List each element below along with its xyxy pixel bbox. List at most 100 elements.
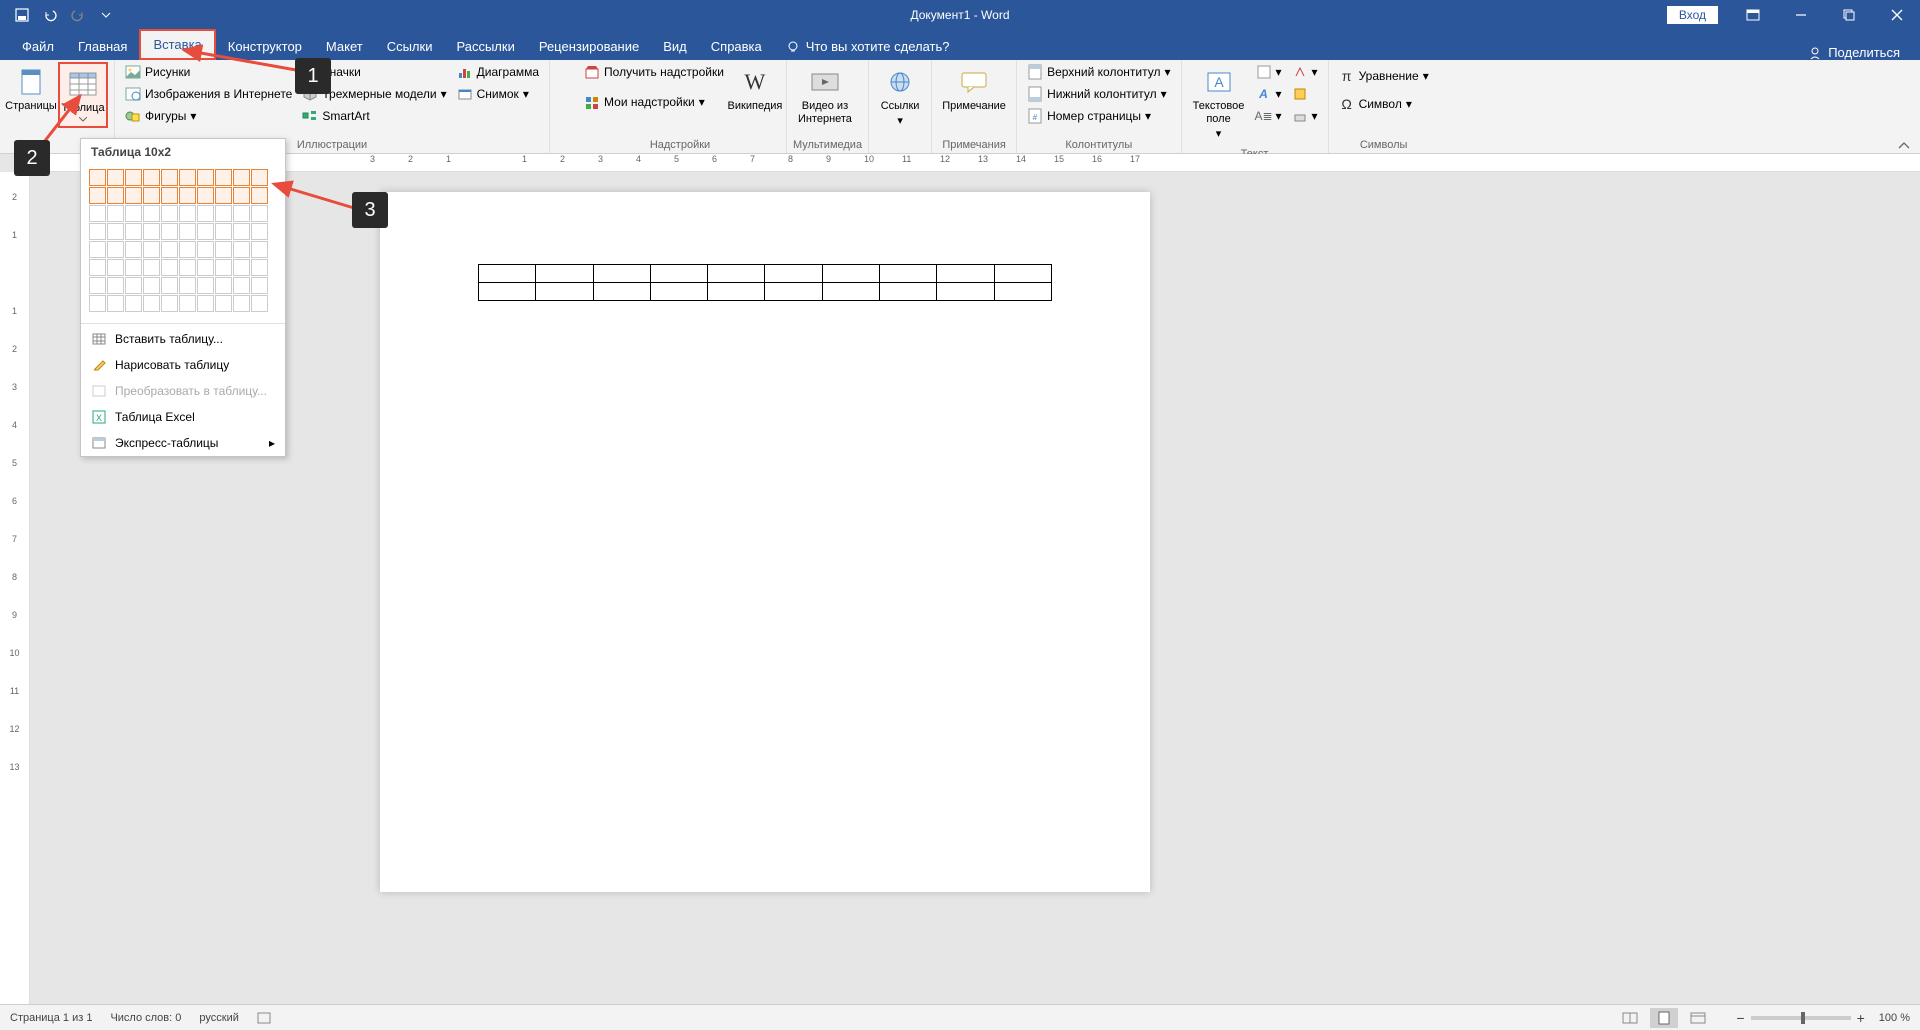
tab-view[interactable]: Вид xyxy=(651,33,699,60)
header-button[interactable]: Верхний колонтитул▾ xyxy=(1023,62,1174,82)
zoom-slider[interactable] xyxy=(1751,1016,1851,1020)
text-btn-4[interactable]: ▾ xyxy=(1288,62,1322,82)
excel-table-item[interactable]: XТаблица Excel xyxy=(81,404,285,430)
svg-text:#: # xyxy=(1033,113,1038,122)
tell-me-search[interactable]: Что вы хотите сделать? xyxy=(774,33,962,60)
page-number-button[interactable]: #Номер страницы▾ xyxy=(1023,106,1174,126)
quick-tables-item[interactable]: Экспресс-таблицы▸ xyxy=(81,430,285,456)
my-addins-button[interactable]: Мои надстройки▾ xyxy=(580,92,728,112)
excel-icon: X xyxy=(91,409,107,425)
ribbon-display-icon[interactable] xyxy=(1730,0,1776,30)
picture-icon xyxy=(125,64,141,80)
language-status[interactable]: русский xyxy=(199,1012,238,1024)
web-layout-button[interactable] xyxy=(1684,1008,1712,1028)
pagenum-icon: # xyxy=(1027,108,1043,124)
dropdown-title: Таблица 10x2 xyxy=(81,139,285,165)
screenshot-icon xyxy=(457,86,473,102)
online-picture-icon xyxy=(125,86,141,102)
convert-icon xyxy=(91,383,107,399)
tab-references[interactable]: Ссылки xyxy=(375,33,445,60)
online-video-button[interactable]: Видео из Интернета xyxy=(793,62,857,130)
table-grid-picker[interactable] xyxy=(81,165,285,321)
wikipedia-button[interactable]: W Википедия xyxy=(730,62,780,117)
page-status[interactable]: Страница 1 из 1 xyxy=(10,1012,92,1024)
tab-mailings[interactable]: Рассылки xyxy=(444,33,526,60)
word-count[interactable]: Число слов: 0 xyxy=(110,1012,181,1024)
draw-table-item[interactable]: Нарисовать таблицу xyxy=(81,352,285,378)
document-area: 2112345678910111213 xyxy=(0,172,1920,1004)
print-layout-button[interactable] xyxy=(1650,1008,1678,1028)
svg-text:X: X xyxy=(96,413,102,423)
symbol-button[interactable]: ΩСимвол▾ xyxy=(1335,94,1433,114)
page-scroll[interactable] xyxy=(30,172,1920,1004)
tab-layout[interactable]: Макет xyxy=(314,33,375,60)
zoom-level[interactable]: 100 % xyxy=(1879,1012,1910,1024)
media-group-label: Мультимедиа xyxy=(793,137,862,153)
footer-button[interactable]: Нижний колонтитул▾ xyxy=(1023,84,1174,104)
tab-home[interactable]: Главная xyxy=(66,33,139,60)
textbox-icon: A xyxy=(1203,66,1235,98)
annotation-3: 3 xyxy=(352,192,388,228)
qat-customize[interactable] xyxy=(94,3,118,27)
table-dropdown: Таблица 10x2 Вставить таблицу... Нарисов… xyxy=(80,138,286,457)
login-button[interactable]: Вход xyxy=(1667,6,1718,24)
document-page[interactable] xyxy=(380,192,1150,892)
headerfooter-group-label: Колонтитулы xyxy=(1023,137,1174,153)
chevron-down-icon: ▾ xyxy=(190,109,196,123)
screenshot-button[interactable]: Снимок▾ xyxy=(453,84,543,104)
chart-button[interactable]: Диаграмма xyxy=(453,62,543,82)
comment-button[interactable]: Примечание xyxy=(938,62,1010,117)
svg-text:A: A xyxy=(1214,74,1224,90)
convert-text-item: Преобразовать в таблицу... xyxy=(81,378,285,404)
link-icon xyxy=(884,66,916,98)
horizontal-ruler[interactable]: 3211234567891011121314151617 xyxy=(30,154,1920,172)
chevron-right-icon: ▸ xyxy=(269,436,275,450)
vertical-ruler[interactable]: 2112345678910111213 xyxy=(0,172,30,1004)
tab-review[interactable]: Рецензирование xyxy=(527,33,651,60)
pi-icon: π xyxy=(1339,68,1355,84)
lightbulb-icon xyxy=(786,40,800,54)
share-button[interactable]: Поделиться xyxy=(1808,45,1920,60)
text-btn-6[interactable]: ▾ xyxy=(1288,106,1322,126)
redo-button[interactable] xyxy=(66,3,90,27)
tab-file[interactable]: Файл xyxy=(10,33,66,60)
close-button[interactable] xyxy=(1874,0,1920,30)
zoom-in-button[interactable]: + xyxy=(1857,1010,1865,1026)
titlebar: Документ1 - Word Вход xyxy=(0,0,1920,30)
document-title: Документ1 - Word xyxy=(910,8,1009,22)
footer-icon xyxy=(1027,86,1043,102)
maximize-button[interactable] xyxy=(1826,0,1872,30)
text-btn-3[interactable]: A≣▾ xyxy=(1252,106,1286,126)
macro-icon[interactable] xyxy=(257,1012,271,1024)
equation-button[interactable]: πУравнение▾ xyxy=(1335,66,1433,86)
get-addins-button[interactable]: Получить надстройки xyxy=(580,62,728,82)
comment-icon xyxy=(958,66,990,98)
save-button[interactable] xyxy=(10,3,34,27)
table-row xyxy=(479,265,1052,283)
collapse-ribbon-button[interactable] xyxy=(1898,142,1910,150)
textbox-button[interactable]: A Текстовое поле ▾ xyxy=(1188,62,1250,146)
shapes-icon xyxy=(125,108,141,124)
smartart-button[interactable]: SmartArt xyxy=(298,106,450,126)
pencil-icon xyxy=(91,357,107,373)
tab-help[interactable]: Справка xyxy=(699,33,774,60)
text-btn-5[interactable] xyxy=(1288,84,1322,104)
minimize-button[interactable] xyxy=(1778,0,1824,30)
store-icon xyxy=(584,64,600,80)
addins-group-label: Надстройки xyxy=(580,137,780,153)
inserted-table[interactable] xyxy=(478,264,1052,301)
table-row xyxy=(479,283,1052,301)
table-icon xyxy=(91,331,107,347)
zoom-out-button[interactable]: − xyxy=(1736,1010,1744,1026)
undo-button[interactable] xyxy=(38,3,62,27)
links-button[interactable]: Ссылки ▾ xyxy=(875,62,925,132)
text-btn-2[interactable]: A▾ xyxy=(1252,84,1286,104)
online-pictures-button[interactable]: Изображения в Интернете xyxy=(121,84,296,104)
chart-icon xyxy=(457,64,473,80)
header-icon xyxy=(1027,64,1043,80)
shapes-button[interactable]: Фигуры▾ xyxy=(121,106,296,126)
smartart-icon xyxy=(302,108,318,124)
text-btn-1[interactable]: ▾ xyxy=(1252,62,1286,82)
read-mode-button[interactable] xyxy=(1616,1008,1644,1028)
insert-table-item[interactable]: Вставить таблицу... xyxy=(81,326,285,352)
